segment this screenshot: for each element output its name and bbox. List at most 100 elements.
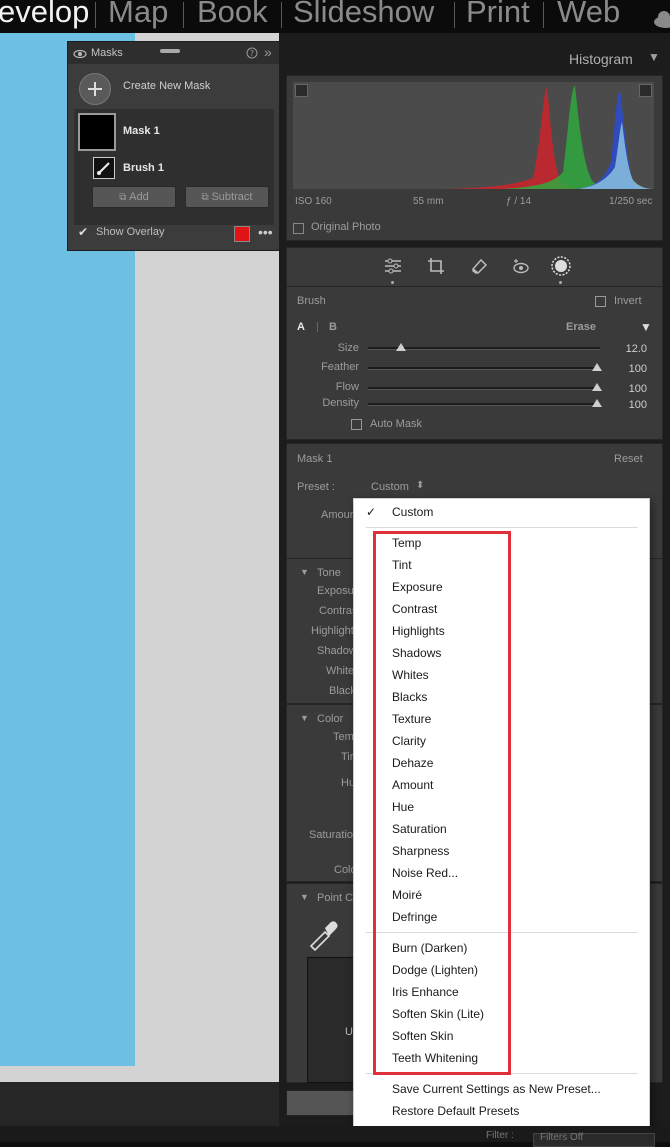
- preset-select-arrows-icon[interactable]: ⬍: [416, 480, 424, 491]
- focal-length: 55 mm: [413, 196, 444, 207]
- add-icon: ⧉: [119, 192, 130, 203]
- tone-label: Highlight: [311, 625, 354, 637]
- previous-button-fragment[interactable]: [286, 1090, 358, 1116]
- tone-label: Shadow: [317, 645, 357, 657]
- point-color-collapse-icon[interactable]: ▼: [300, 892, 309, 902]
- highlight-clipping-icon[interactable]: [639, 84, 652, 97]
- eyedropper-icon[interactable]: [307, 918, 341, 952]
- tone-label: Contras: [319, 605, 358, 617]
- filter-label: Filter :: [486, 1130, 514, 1141]
- tool-strip: [286, 247, 663, 287]
- tone-title: Tone: [317, 567, 341, 579]
- slider-track[interactable]: [368, 367, 600, 370]
- subtract-label: Subtract: [211, 191, 253, 203]
- slider-value[interactable]: 100: [607, 363, 647, 375]
- cloud-icon[interactable]: [652, 8, 670, 28]
- module-book[interactable]: Book: [197, 0, 268, 30]
- slider-knob[interactable]: [592, 399, 602, 407]
- module-separator: [183, 2, 184, 28]
- module-develop[interactable]: evelop: [0, 0, 89, 30]
- module-slideshow[interactable]: Slideshow: [293, 0, 434, 30]
- brush-tab-erase[interactable]: Erase: [566, 321, 596, 333]
- color-label: Tem: [333, 731, 354, 743]
- subtract-button[interactable]: ⧉ Subtract: [185, 186, 269, 208]
- healing-eraser-icon[interactable]: [469, 256, 489, 276]
- add-label: Add: [129, 191, 149, 203]
- tone-label: Black: [329, 685, 356, 697]
- shadow-clipping-icon[interactable]: [295, 84, 308, 97]
- module-map[interactable]: Map: [108, 0, 168, 30]
- slider-label: Flow: [335, 381, 359, 393]
- brush-icon[interactable]: [93, 157, 115, 179]
- color-swatch-area[interactable]: [307, 957, 358, 1083]
- slider-label: Density: [322, 397, 359, 409]
- histogram-collapse-icon[interactable]: ▼: [648, 50, 660, 64]
- slider-value[interactable]: 100: [607, 383, 647, 395]
- crop-icon[interactable]: [426, 256, 446, 276]
- use-label: U: [345, 1026, 353, 1038]
- red-eye-icon[interactable]: [511, 256, 531, 276]
- slider-track[interactable]: [368, 387, 600, 390]
- slider-knob[interactable]: [396, 343, 406, 351]
- eye-icon[interactable]: [73, 49, 87, 59]
- show-overlay-label: Show Overlay: [96, 226, 165, 238]
- mask-thumbnail[interactable]: [78, 113, 116, 151]
- module-print[interactable]: Print: [466, 0, 530, 30]
- create-new-mask-button[interactable]: [79, 73, 111, 105]
- dropdown-separator: [366, 527, 638, 528]
- tone-collapse-icon[interactable]: ▼: [300, 567, 309, 577]
- color-collapse-icon[interactable]: ▼: [300, 713, 309, 723]
- filter-bar: Filter : Filters Off: [0, 1126, 670, 1147]
- iso-value: ISO 160: [295, 196, 332, 207]
- collapse-panel-icon[interactable]: »: [264, 44, 272, 60]
- slider-label: Feather: [321, 361, 359, 373]
- drag-handle[interactable]: [160, 49, 180, 53]
- dropdown-item-save-preset[interactable]: Save Current Settings as New Preset...: [392, 1082, 601, 1096]
- preset-select[interactable]: Custom: [371, 481, 409, 493]
- active-dot: [391, 281, 394, 284]
- auto-mask-checkbox[interactable]: [351, 419, 362, 430]
- module-separator: [454, 2, 455, 28]
- mask-name[interactable]: Mask 1: [123, 125, 160, 137]
- slider-knob[interactable]: [592, 363, 602, 371]
- histogram-chart: [443, 86, 654, 189]
- module-web[interactable]: Web: [557, 0, 620, 30]
- add-button[interactable]: ⧉ Add: [92, 186, 176, 208]
- brush-tab-a[interactable]: A: [297, 321, 305, 333]
- masks-panel: Masks ? » Create New Mask Mask 1 Brush 1…: [67, 41, 280, 251]
- help-icon[interactable]: ?: [246, 47, 258, 59]
- brush-options-chevron-icon[interactable]: ▼: [640, 320, 652, 334]
- original-photo-checkbox[interactable]: [293, 223, 304, 234]
- slider-value[interactable]: 100: [607, 399, 647, 411]
- mask-reset-button[interactable]: Reset: [614, 453, 643, 465]
- filter-select[interactable]: Filters Off: [533, 1132, 655, 1147]
- more-options-icon[interactable]: •••: [258, 224, 273, 240]
- color-title: Color: [317, 713, 344, 725]
- edit-sliders-icon[interactable]: [383, 256, 403, 276]
- create-new-mask-label[interactable]: Create New Mask: [123, 80, 210, 92]
- masking-icon[interactable]: [550, 255, 572, 277]
- invert-checkbox[interactable]: [595, 296, 606, 307]
- slider-value[interactable]: 12.0: [607, 343, 647, 355]
- masks-panel-title: Masks: [91, 47, 123, 59]
- overlay-color-swatch[interactable]: [234, 226, 250, 242]
- dropdown-item-restore-presets[interactable]: Restore Default Presets: [392, 1104, 519, 1118]
- subtract-icon: ⧉: [201, 192, 212, 203]
- show-overlay-checkbox[interactable]: ✔: [78, 225, 88, 239]
- brush-panel: Brush Invert A B Erase ▼ Size 12.0 Feath…: [286, 286, 663, 440]
- slider-track[interactable]: [368, 403, 600, 406]
- filter-value: Filters Off: [540, 1132, 584, 1143]
- tab-divider: [317, 322, 318, 332]
- highlight-annotation-box: [373, 531, 511, 1075]
- histogram-title[interactable]: Histogram: [569, 51, 633, 67]
- module-bar: evelop Map Book Slideshow Print Web: [0, 0, 670, 33]
- active-dot: [559, 281, 562, 284]
- svg-text:?: ?: [250, 49, 254, 58]
- brush-name[interactable]: Brush 1: [123, 162, 164, 174]
- dropdown-item-custom[interactable]: Custom: [392, 505, 433, 519]
- amount-label: Amoun: [321, 509, 356, 521]
- module-separator: [281, 2, 282, 28]
- slider-knob[interactable]: [592, 383, 602, 391]
- color-label: Saturation: [309, 829, 360, 841]
- brush-tab-b[interactable]: B: [329, 321, 337, 333]
